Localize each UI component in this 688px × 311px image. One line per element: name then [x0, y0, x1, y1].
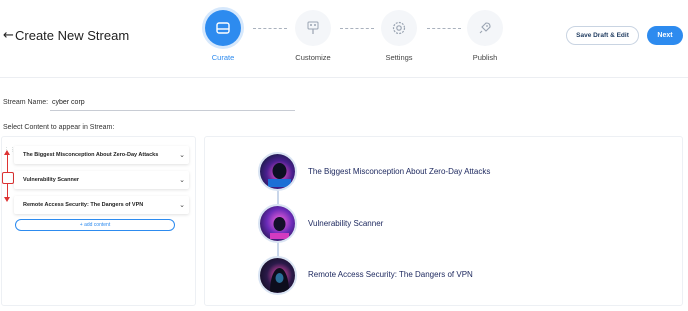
chevron-down-icon[interactable]: ⌄ [175, 201, 189, 209]
step-label: Customize [295, 53, 331, 62]
arrow-up-icon [4, 150, 10, 155]
content-list-item[interactable]: Remote Access Security: The Dangers of V… [14, 196, 189, 214]
chevron-down-icon[interactable]: ⌄ [175, 176, 189, 184]
step-curate[interactable]: Curate [193, 10, 253, 62]
page-title: Create New Stream [15, 28, 130, 43]
preview-item-title[interactable]: Vulnerability Scanner [308, 219, 383, 228]
content-item-title: The Biggest Misconception About Zero-Day… [23, 152, 159, 158]
tray-icon [205, 10, 241, 46]
hacker-image[interactable] [258, 152, 297, 191]
stream-name-input[interactable] [50, 95, 295, 111]
chevron-down-icon[interactable]: ⌄ [175, 151, 189, 159]
add-content-button[interactable]: + add content [15, 219, 175, 231]
step-publish[interactable]: Publish [455, 10, 515, 62]
hooded-hacker-image[interactable] [258, 256, 297, 295]
annotation-line [7, 184, 8, 198]
annotation-line [7, 154, 8, 172]
select-content-label: Select Content to appear in Stream: [3, 124, 115, 131]
annotation-box [2, 172, 14, 184]
step-label: Settings [385, 53, 413, 62]
content-item-title: Remote Access Security: The Dangers of V… [23, 202, 144, 208]
step-label: Publish [472, 53, 498, 62]
header-bar: ← Create New Stream Curate Customize Set… [0, 0, 688, 78]
step-label: Curate [211, 53, 235, 62]
preview-item-title[interactable]: Remote Access Security: The Dangers of V… [308, 270, 473, 279]
arrow-down-icon [4, 197, 10, 202]
neon-hacker-image[interactable] [258, 204, 297, 243]
content-list-item[interactable]: Vulnerability Scanner ⌄ [14, 171, 189, 189]
next-button[interactable]: Next [647, 26, 683, 45]
step-settings[interactable]: Settings [369, 10, 429, 62]
palette-icon [295, 10, 331, 46]
content-item-title: Vulnerability Scanner [23, 177, 80, 183]
stream-name-label: Stream Name: [3, 99, 49, 106]
save-draft-button[interactable]: Save Draft & Edit [566, 26, 639, 45]
gear-icon [381, 10, 417, 46]
step-customize[interactable]: Customize [283, 10, 343, 62]
preview-item-title[interactable]: The Biggest Misconception About Zero-Day… [308, 167, 490, 176]
step-connector [253, 28, 287, 29]
content-list-item[interactable]: The Biggest Misconception About Zero-Day… [14, 146, 189, 164]
arrow-left-icon[interactable]: ← [3, 28, 14, 43]
rocket-icon [467, 10, 503, 46]
